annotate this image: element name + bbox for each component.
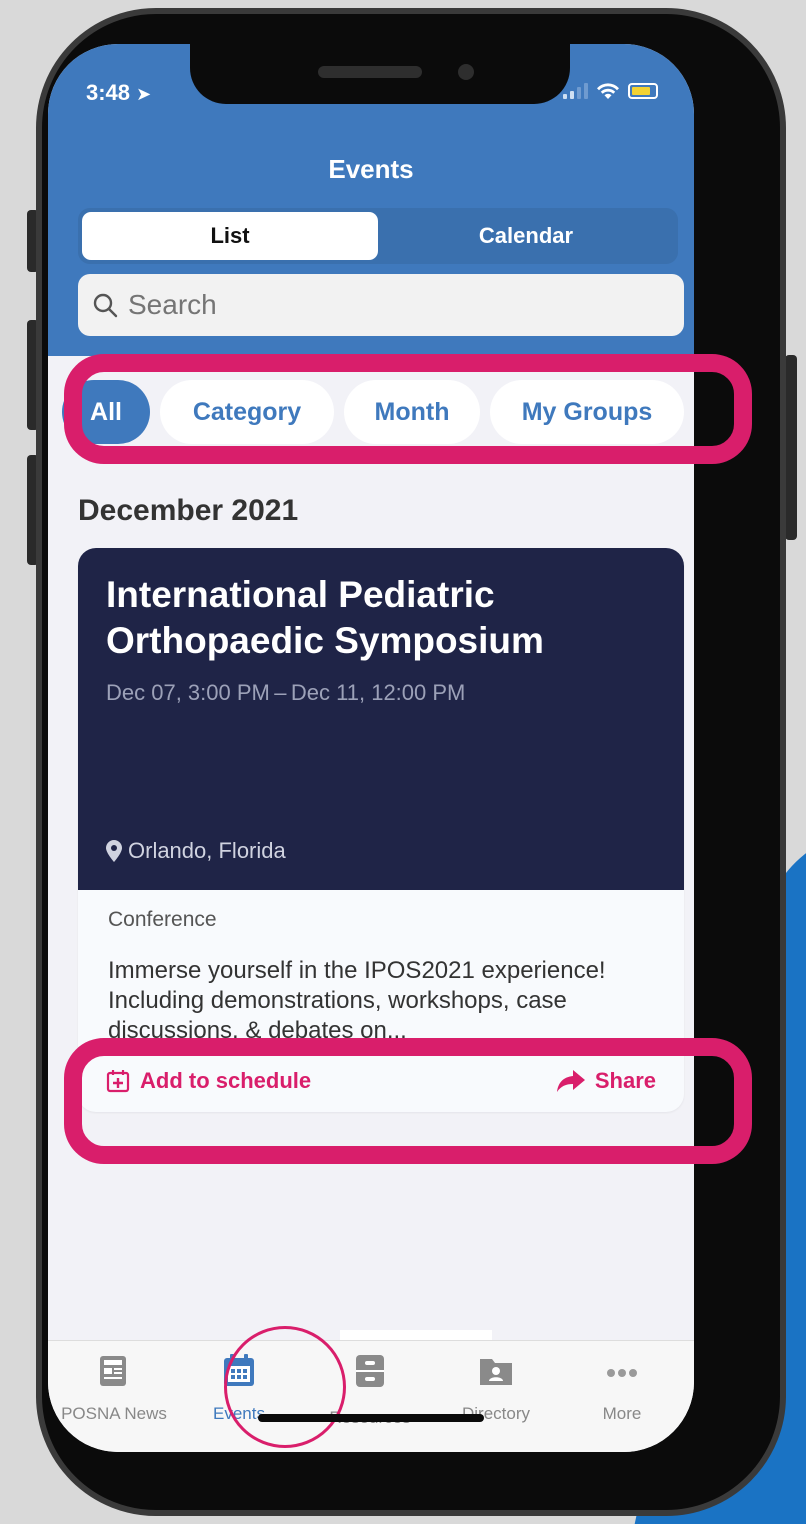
status-icons (563, 82, 658, 100)
bottom-tab-bar: POSNA News Events Directory More (48, 1340, 694, 1452)
power-button (785, 355, 797, 540)
page-title: Events (328, 154, 414, 184)
section-month-heading: December 2021 (78, 494, 299, 527)
event-description: Immerse yourself in the IPOS2021 experie… (108, 957, 606, 1044)
wifi-icon (597, 83, 619, 99)
share-label: Share (594, 1067, 656, 1093)
tab-more-label: More (602, 1404, 642, 1423)
share-arrow-icon (556, 1069, 585, 1092)
event-location-label: Orlando, Florida (128, 838, 286, 863)
event-category: Conference (108, 908, 217, 931)
filter-month[interactable]: Month (344, 380, 480, 444)
more-dots-icon (607, 1369, 637, 1377)
event-location: Orlando, Florida (106, 838, 286, 864)
event-card[interactable]: International Pediatric Orthopaedic Symp… (78, 548, 684, 1112)
share-button[interactable]: Share (556, 1067, 656, 1094)
map-pin-icon (106, 840, 122, 862)
front-camera (458, 64, 474, 80)
scroll-indicator (340, 1330, 492, 1340)
battery-icon (628, 83, 658, 99)
filter-my-groups[interactable]: My Groups (490, 380, 684, 444)
event-card-banner: International Pediatric Orthopaedic Symp… (78, 548, 684, 890)
folder-user-icon (480, 1359, 512, 1385)
phone-notch (190, 44, 570, 104)
home-indicator (258, 1414, 484, 1422)
events-tab-highlight-ring (224, 1326, 346, 1448)
filter-all[interactable]: All (62, 380, 150, 444)
event-date: Dec 07, 3:00 PM – Dec 11, 12:00 PM (106, 680, 466, 705)
event-title: International Pediatric Orthopaedic Symp… (106, 574, 544, 661)
calendar-add-icon (106, 1069, 130, 1092)
signal-icon (563, 83, 588, 99)
search-bar[interactable] (78, 274, 684, 336)
add-to-schedule-label: Add to schedule (140, 1067, 312, 1093)
search-icon (93, 293, 118, 318)
location-arrow-icon: ➤ (136, 84, 152, 104)
filter-category[interactable]: Category (160, 380, 334, 444)
add-to-schedule-button[interactable]: Add to schedule (106, 1068, 311, 1094)
speaker-grille (318, 66, 422, 78)
tab-posna-news[interactable]: POSNA News (54, 1353, 174, 1424)
search-input[interactable] (128, 289, 648, 321)
filter-bar: All Category Month My Groups (48, 352, 694, 472)
drawer-icon (356, 1355, 384, 1387)
view-toggle: List Calendar (78, 208, 678, 264)
app-screen: 3:48 ➤ Events List Calendar Search All C… (48, 44, 694, 1452)
event-actions: Add to schedule Share (78, 1048, 684, 1112)
tab-posna-news-label: POSNA News (61, 1404, 167, 1423)
newspaper-icon (100, 1356, 126, 1386)
tab-more[interactable]: More (562, 1353, 682, 1424)
status-time: 3:48 ➤ (86, 80, 152, 105)
tab-list[interactable]: List (82, 212, 378, 260)
tab-calendar[interactable]: Calendar (378, 212, 674, 260)
